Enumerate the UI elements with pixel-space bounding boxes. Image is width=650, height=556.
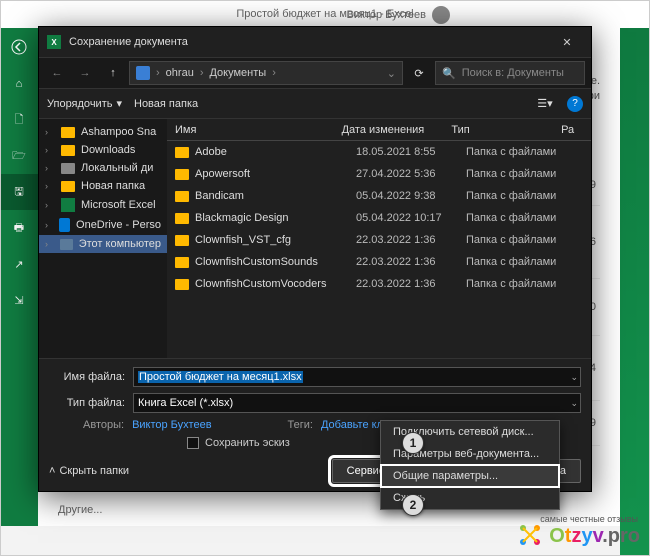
file-row[interactable]: ClownfishCustomSounds22.03.2022 1:36Папк… bbox=[167, 251, 591, 273]
location-icon bbox=[136, 66, 150, 80]
avatar bbox=[432, 6, 450, 24]
folder-icon bbox=[175, 279, 189, 290]
bc-user[interactable]: ohrau bbox=[166, 67, 194, 79]
chevron-down-icon[interactable]: ⌄ bbox=[570, 398, 578, 409]
side-open[interactable]: 🗁 bbox=[0, 138, 38, 174]
other-locations[interactable]: Другие... bbox=[58, 504, 102, 516]
excel-icon: X bbox=[47, 35, 61, 49]
nav-forward-icon: → bbox=[73, 61, 97, 85]
tree-item[interactable]: ›Новая папка bbox=[39, 177, 167, 195]
view-icon[interactable]: ☰▾ bbox=[535, 94, 555, 114]
nav-bar: ← → ↑ › ohrau › Документы › ⌄ ⟳ 🔍 Поиск … bbox=[39, 57, 591, 89]
nav-back-icon[interactable]: ← bbox=[45, 61, 69, 85]
file-row[interactable]: Blackmagic Design05.04.2022 10:17Папка с… bbox=[167, 207, 591, 229]
excel-icon bbox=[61, 198, 75, 212]
file-row[interactable]: ClownfishCustomVocoders22.03.2022 1:36Па… bbox=[167, 273, 591, 295]
hide-folders-button[interactable]: ˄ Скрыть папки bbox=[49, 465, 129, 477]
filename-label: Имя файла: bbox=[49, 371, 125, 383]
chevron-up-icon: ˄ bbox=[49, 465, 55, 477]
new-folder-button[interactable]: Новая папка bbox=[134, 98, 198, 110]
excel-titlebar: Простой бюджет на месяц1 - Excel bbox=[0, 0, 650, 28]
nav-up-icon[interactable]: ↑ bbox=[101, 61, 125, 85]
side-saveas[interactable]: 🖫 bbox=[0, 174, 38, 210]
organize-button[interactable]: Упорядочить ▾ bbox=[47, 97, 122, 110]
tree-item[interactable]: ›Microsoft Excel bbox=[39, 195, 167, 215]
side-new[interactable]: 🗋 bbox=[0, 102, 38, 138]
back-icon[interactable] bbox=[0, 28, 38, 66]
col-date[interactable]: Дата изменения bbox=[342, 124, 452, 136]
side-export[interactable]: ⇲ bbox=[0, 282, 38, 318]
col-type[interactable]: Тип bbox=[451, 124, 561, 136]
side-print[interactable]: 🖶 bbox=[0, 210, 38, 246]
dialog-title: Сохранение документа bbox=[69, 36, 551, 48]
folder-icon bbox=[175, 147, 189, 158]
callout-badge-2: 2 bbox=[402, 494, 424, 516]
thumbnail-label: Сохранить эскиз bbox=[205, 437, 290, 449]
folder-icon bbox=[61, 145, 75, 156]
chevron-down-icon: ▾ bbox=[116, 97, 122, 110]
close-icon[interactable]: ✕ bbox=[551, 36, 583, 49]
callout-badge-1: 1 bbox=[402, 432, 424, 454]
filetype-select[interactable]: Книга Excel (*.xlsx) ⌄ bbox=[133, 393, 581, 413]
tree-item[interactable]: ›Локальный ди bbox=[39, 159, 167, 177]
file-row[interactable]: Clownfish_VST_cfg22.03.2022 1:36Папка с … bbox=[167, 229, 591, 251]
watermark-icon bbox=[517, 522, 543, 548]
search-icon: 🔍 bbox=[442, 67, 456, 80]
pc-icon bbox=[60, 239, 73, 250]
search-input[interactable]: 🔍 Поиск в: Документы bbox=[435, 61, 585, 85]
chevron-down-icon[interactable]: ⌄ bbox=[570, 372, 578, 383]
dialog-titlebar: X Сохранение документа ✕ bbox=[39, 27, 591, 57]
authors-label: Авторы: bbox=[83, 419, 124, 431]
watermark-text: Otzyv.pro bbox=[549, 525, 640, 548]
excel-user[interactable]: Виктор Бухтеев bbox=[347, 6, 450, 24]
file-row[interactable]: Adobe18.05.2021 8:55Папка с файлами bbox=[167, 141, 591, 163]
col-size[interactable]: Ра bbox=[561, 124, 591, 136]
folder-icon bbox=[175, 213, 189, 224]
folder-icon bbox=[61, 127, 75, 138]
authors-value[interactable]: Виктор Бухтеев bbox=[132, 419, 211, 431]
chevron-down-icon[interactable]: ⌄ bbox=[387, 67, 396, 80]
folder-icon bbox=[61, 181, 75, 192]
side-share[interactable]: ↗ bbox=[0, 246, 38, 282]
folder-icon bbox=[175, 191, 189, 202]
refresh-icon[interactable]: ⟳ bbox=[407, 67, 431, 80]
onedrive-icon bbox=[59, 218, 70, 232]
side-home[interactable]: ⌂ bbox=[0, 66, 38, 102]
excel-right-strip bbox=[620, 28, 650, 556]
tree-item[interactable]: ›Этот компьютер bbox=[39, 235, 167, 253]
disk-icon bbox=[61, 163, 75, 174]
bc-folder[interactable]: Документы bbox=[209, 67, 266, 79]
menu-item[interactable]: Общие параметры... bbox=[381, 465, 559, 487]
col-name[interactable]: Имя bbox=[167, 124, 342, 136]
file-row[interactable]: Bandicam05.04.2022 9:38Папка с файлами bbox=[167, 185, 591, 207]
toolbar: Упорядочить ▾ Новая папка ☰▾ ? bbox=[39, 89, 591, 119]
tree-item[interactable]: ›OneDrive - Perso bbox=[39, 215, 167, 235]
folder-tree: ›Ashampoo Sna›Downloads›Локальный ди›Нов… bbox=[39, 119, 167, 358]
folder-icon bbox=[175, 169, 189, 180]
file-row[interactable]: Apowersoft27.04.2022 5:36Папка с файлами bbox=[167, 163, 591, 185]
help-icon[interactable]: ? bbox=[567, 96, 583, 112]
filename-input[interactable]: Простой бюджет на месяц1.xlsx ⌄ bbox=[133, 367, 581, 387]
breadcrumb[interactable]: › ohrau › Документы › ⌄ bbox=[129, 61, 403, 85]
thumbnail-checkbox[interactable] bbox=[187, 437, 199, 449]
excel-sidebar: ⌂ 🗋 🗁 🖫 🖶 ↗ ⇲ bbox=[0, 28, 38, 526]
tree-item[interactable]: ›Ashampoo Sna bbox=[39, 123, 167, 141]
search-placeholder: Поиск в: Документы bbox=[462, 67, 564, 79]
tags-label: Теги: bbox=[288, 419, 313, 431]
list-header: Имя Дата изменения Тип Ра bbox=[167, 119, 591, 141]
file-list: Имя Дата изменения Тип Ра Adobe18.05.202… bbox=[167, 119, 591, 358]
watermark: Otzyv.pro bbox=[517, 522, 640, 548]
folder-icon bbox=[175, 235, 189, 246]
tree-item[interactable]: ›Downloads bbox=[39, 141, 167, 159]
folder-icon bbox=[175, 257, 189, 268]
filetype-label: Тип файла: bbox=[49, 397, 125, 409]
